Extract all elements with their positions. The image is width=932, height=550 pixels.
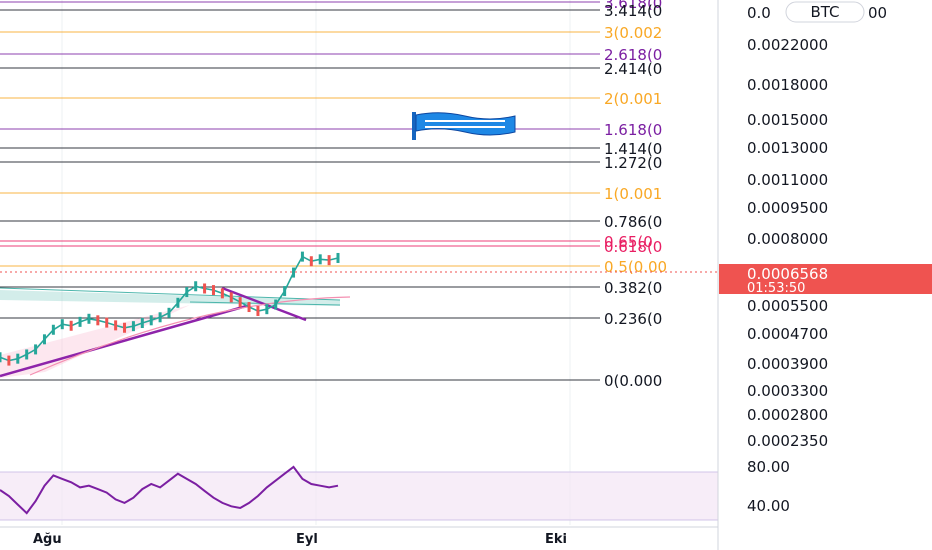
time-axis-label: Eyl [296,532,318,547]
price-candle[interactable] [114,320,118,331]
price-candle[interactable] [96,315,100,326]
time-axis-label: Eki [545,532,567,547]
fib-level-label: 2(0.001 [604,90,662,108]
price-axis-label: 0.0008000 [747,230,828,248]
price-candle[interactable] [60,319,64,330]
price-candle[interactable] [256,305,260,316]
price-candle[interactable] [220,288,224,299]
fib-level-label: 1(0.001 [604,185,662,203]
price-candle[interactable] [194,281,198,292]
price-candle[interactable] [327,255,331,266]
fib-level-label: 0(0.000 [604,372,662,390]
fib-level-label: 0.382(0 [604,279,662,297]
price-candle[interactable] [265,304,269,315]
price-candle[interactable] [274,299,278,310]
price-candle[interactable] [42,334,46,345]
price-candle[interactable] [203,283,207,294]
price-candle[interactable] [158,312,162,323]
price-axis-label: 0.0011000 [747,171,828,189]
price-candle[interactable] [292,267,296,278]
price-axis-label: 0.0009500 [747,199,828,217]
price-axis-label: 0.0003900 [747,355,828,373]
price-axis-label: 0.0013000 [747,139,828,157]
current-price-countdown: 01:53:50 [747,281,805,296]
price-candle[interactable] [87,313,91,324]
price-candle[interactable] [336,252,340,263]
price-candle[interactable] [140,318,144,329]
price-candle[interactable] [283,286,287,297]
chart-canvas[interactable]: 3.618(03.414(03(0.0022.618(02.414(02(0.0… [0,0,932,550]
price-axis-label: 0.0002350 [747,432,828,450]
fib-level-label: 1.618(0 [604,121,662,139]
price-candle[interactable] [105,317,109,328]
currency-badge-label: BTC [810,3,839,21]
price-candle[interactable] [78,316,82,327]
fib-level-label: 0.236(0 [604,310,662,328]
price-candle[interactable] [51,324,55,335]
price-candle[interactable] [131,321,135,332]
price-axis-label: 00 [868,4,887,22]
fib-level-label: 0.618(0 [604,238,662,256]
price-candle[interactable] [185,287,189,298]
price-axis-label: 0.0002800 [747,406,828,424]
rsi-axis-label: 40.00 [747,497,790,515]
price-candle[interactable] [69,320,73,331]
price-candle[interactable] [16,353,20,364]
price-axis-label: 0.0015000 [747,111,828,129]
price-axis-label: 0.0 [747,4,771,22]
price-axis-label: 0.0022000 [747,36,828,54]
price-candle[interactable] [7,355,11,366]
price-candle[interactable] [0,352,2,363]
price-candle[interactable] [211,285,215,296]
fib-level-label: 3(0.002 [604,24,662,42]
fib-level-label: 1.272(0 [604,154,662,172]
price-candle[interactable] [300,251,304,262]
fib-level-label: 2.414(0 [604,60,662,78]
price-candle[interactable] [247,302,251,313]
fib-level-label: 3.414(0 [604,2,662,20]
price-candle[interactable] [149,315,153,326]
time-axis-label: Ağu [33,532,62,547]
price-candle[interactable] [25,349,29,360]
price-axis-label: 0.0003300 [747,382,828,400]
rsi-band [0,472,718,520]
rsi-pane[interactable] [0,465,718,521]
price-candle[interactable] [309,256,313,267]
price-axis-label: 0.0004700 [747,325,828,343]
price-axis-label: 0.0005500 [747,297,828,315]
price-candle[interactable] [176,297,180,308]
price-candle[interactable] [238,297,242,308]
price-candle[interactable] [34,344,38,355]
rsi-axis-label: 80.00 [747,458,790,476]
price-candle[interactable] [229,292,233,303]
price-candle[interactable] [167,307,171,318]
price-candle[interactable] [123,322,127,333]
price-candle[interactable] [318,254,322,265]
fib-level-label: 0.786(0 [604,213,662,231]
fib-level-label: 0.5(0.00 [604,258,667,276]
price-axis-label: 0.0018000 [747,76,828,94]
flag-pole [412,112,416,140]
